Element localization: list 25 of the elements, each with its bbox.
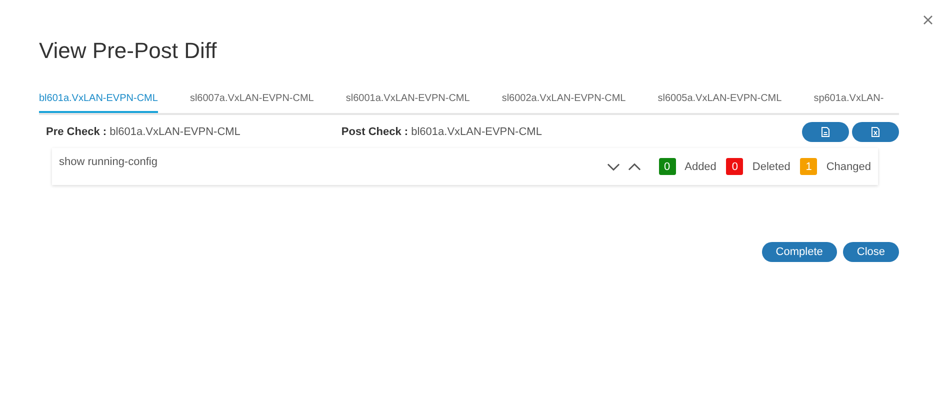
device-tab[interactable]: sp601a.VxLAN- <box>814 93 884 113</box>
chevron-down-icon[interactable] <box>606 162 620 170</box>
legend-label: Changed <box>826 160 871 172</box>
spreadsheet-icon <box>871 127 880 137</box>
chevron-up-icon[interactable] <box>628 162 641 170</box>
device-tab[interactable]: sl6002a.VxLAN-EVPN-CML <box>502 93 626 113</box>
count-badge: 0 <box>726 158 744 175</box>
document-icon <box>821 127 830 137</box>
device-tab[interactable]: sl6005a.VxLAN-EVPN-CML <box>658 93 782 113</box>
legend-label: Added <box>684 160 716 172</box>
pre-check-label: Pre Check : bl601a.VxLAN-EVPN-CML <box>46 126 240 138</box>
device-tab[interactable]: sl6001a.VxLAN-EVPN-CML <box>346 93 470 113</box>
command-text: show running-config <box>59 156 158 168</box>
device-tab[interactable]: sl6007a.VxLAN-EVPN-CML <box>190 93 314 113</box>
dialog-button[interactable]: Complete <box>762 242 837 262</box>
count-badge: 0 <box>658 158 676 175</box>
dialog-title: View Pre-Post Diff <box>39 38 218 65</box>
close-icon[interactable] <box>923 15 933 25</box>
pdf-export-button[interactable] <box>802 122 849 142</box>
device-tab[interactable]: bl601a.VxLAN-EVPN-CML <box>39 93 158 113</box>
post-check-label: Post Check : bl601a.VxLAN-EVPN-CML <box>341 126 542 138</box>
count-badge: 1 <box>800 158 818 175</box>
legend-label: Deleted <box>752 160 790 172</box>
dialog-button[interactable]: Close <box>842 242 899 262</box>
excel-export-button[interactable] <box>852 122 899 142</box>
